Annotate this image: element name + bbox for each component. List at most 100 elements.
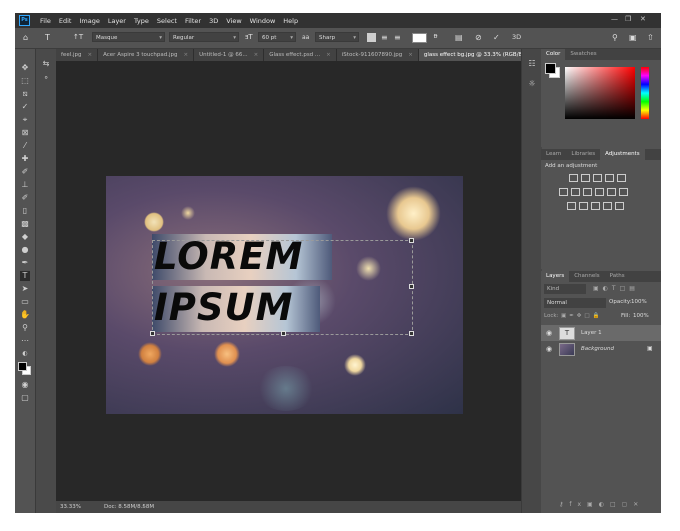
color-lookup-icon[interactable]	[619, 188, 628, 196]
more-tools-icon[interactable]: ⋯	[20, 336, 30, 346]
menu-layer[interactable]: Layer	[104, 17, 130, 25]
fill-value[interactable]: 100%	[633, 313, 649, 319]
restore-icon[interactable]: ❐	[625, 15, 631, 23]
hand-tool-icon[interactable]: ✋	[20, 310, 30, 320]
character-panel-icon[interactable]: ▤	[455, 32, 463, 43]
layers-footer-icons[interactable]: ⚷fx▣◐□▢✕	[541, 501, 661, 513]
tab-glass-effect-psd[interactable]: Glass effect.psd ... ×	[264, 49, 337, 61]
gradient-map-icon[interactable]	[603, 202, 612, 210]
tab-layers[interactable]: Layers	[541, 271, 570, 282]
commit-icon[interactable]: ✓	[493, 32, 500, 43]
font-style-select[interactable]: Regular	[169, 32, 239, 43]
screen-mode-icon[interactable]: ▢	[20, 393, 30, 403]
cancel-icon[interactable]: ⊘	[475, 32, 482, 43]
tab-close-icon[interactable]: ×	[326, 52, 331, 58]
vibrance-icon[interactable]	[617, 174, 626, 182]
frame-tool-icon[interactable]: ⊠	[20, 128, 30, 138]
channel-mixer-icon[interactable]	[607, 188, 616, 196]
tab-feel[interactable]: feel.jpg ×	[56, 49, 99, 61]
menu-help[interactable]: Help	[279, 17, 302, 25]
align-right-icon[interactable]: ≡	[394, 32, 401, 43]
tab-swatches[interactable]: Swatches	[565, 49, 601, 60]
gradient-tool-icon[interactable]: ▩	[20, 219, 30, 229]
hue-slider[interactable]	[641, 67, 649, 119]
text-color-swatch[interactable]	[412, 33, 427, 43]
home-icon[interactable]: ⌂	[23, 32, 28, 43]
tab-adjustments[interactable]: Adjustments	[600, 149, 645, 160]
visibility-eye-icon[interactable]: ◉	[546, 341, 552, 357]
blur-tool-icon[interactable]: ◆	[20, 232, 30, 242]
align-left-icon[interactable]	[367, 33, 376, 42]
opacity-value[interactable]: 100%	[631, 299, 647, 305]
photo-filter-icon[interactable]	[595, 188, 604, 196]
lock-icons[interactable]: ▣✒✥□🔒	[561, 313, 602, 319]
healing-brush-icon[interactable]: ✚	[20, 154, 30, 164]
lasso-tool-icon[interactable]: ⧅	[20, 89, 30, 99]
share-icon[interactable]: ⇧	[647, 32, 654, 43]
filter-icons[interactable]: ▣◐T□▤	[593, 285, 639, 292]
font-family-select[interactable]: Masque	[92, 32, 165, 43]
document-workspace[interactable]: LOREM IPSUM	[56, 61, 521, 501]
menu-filter[interactable]: Filter	[181, 17, 205, 25]
path-select-icon[interactable]: ➤	[20, 284, 30, 294]
invert-icon[interactable]	[567, 202, 576, 210]
default-colors-icon[interactable]: ◐	[20, 349, 30, 359]
hue-sat-icon[interactable]	[559, 188, 568, 196]
tab-paths[interactable]: Paths	[605, 271, 630, 282]
levels-icon[interactable]	[581, 174, 590, 182]
foreground-color-swatch[interactable]	[18, 362, 27, 371]
blend-mode-select[interactable]: Normal	[544, 298, 606, 308]
tab-color[interactable]: Color	[541, 49, 566, 60]
move-tool-icon[interactable]: ✥	[20, 63, 30, 73]
eraser-tool-icon[interactable]: ▯	[20, 206, 30, 216]
menu-image[interactable]: Image	[75, 17, 103, 25]
curves-icon[interactable]	[593, 174, 602, 182]
search-icon[interactable]: ⚲	[612, 32, 618, 43]
3d-label[interactable]: 3D	[512, 32, 521, 43]
transform-handle[interactable]	[409, 238, 414, 243]
menu-file[interactable]: File	[36, 17, 55, 25]
clone-stamp-icon[interactable]: ⊥	[20, 180, 30, 190]
brush-settings-icon[interactable]: ∘	[41, 73, 51, 83]
visibility-eye-icon[interactable]: ◉	[546, 325, 552, 341]
menu-view[interactable]: View	[222, 17, 245, 25]
tab-acer-aspire[interactable]: Acer Aspire 3 touchpad.jpg ×	[98, 49, 195, 61]
text-orientation-icon[interactable]: ↑T	[73, 32, 83, 43]
dodge-tool-icon[interactable]: ●	[20, 245, 30, 255]
exposure-icon[interactable]	[605, 174, 614, 182]
marquee-tool-icon[interactable]: ⬚	[20, 76, 30, 86]
transform-handle[interactable]	[409, 284, 414, 289]
tab-close-icon[interactable]: ×	[184, 52, 189, 58]
tab-libraries[interactable]: Libraries	[566, 149, 600, 160]
transform-handle[interactable]	[150, 331, 155, 336]
history-brush-icon[interactable]: ✐	[20, 193, 30, 203]
status-arrow-icon[interactable]: ›	[142, 501, 144, 513]
text-bounding-box[interactable]	[152, 240, 413, 335]
layer-row-text[interactable]: ◉ T Layer 1	[541, 325, 661, 341]
menu-edit[interactable]: Edit	[55, 17, 76, 25]
minimize-icon[interactable]: —	[611, 15, 618, 23]
close-icon[interactable]: ✕	[640, 15, 646, 23]
color-field[interactable]	[565, 67, 635, 119]
properties-icon[interactable]: ☷	[527, 59, 537, 69]
antialias-select[interactable]: Sharp	[315, 32, 359, 43]
menu-type[interactable]: Type	[130, 17, 153, 25]
threshold-icon[interactable]	[591, 202, 600, 210]
transform-handle[interactable]	[281, 331, 286, 336]
warp-text-icon[interactable]: ᴯ	[434, 32, 437, 43]
menu-window[interactable]: Window	[246, 17, 280, 25]
image-canvas[interactable]: LOREM IPSUM	[106, 176, 463, 414]
workspace-icon[interactable]: ▣	[629, 32, 637, 43]
pen-tool-icon[interactable]: ✒	[20, 258, 30, 268]
tab-channels[interactable]: Channels	[569, 271, 604, 282]
zoom-tool-icon[interactable]: ⚲	[20, 323, 30, 333]
tab-close-icon[interactable]: ×	[254, 52, 259, 58]
selective-color-icon[interactable]	[615, 202, 624, 210]
type-tool-button-icon[interactable]: T	[20, 271, 30, 281]
quick-select-icon[interactable]: ✓	[20, 102, 30, 112]
transform-handle[interactable]	[409, 331, 414, 336]
eyedropper-icon[interactable]: ⁄	[20, 141, 30, 151]
zoom-level[interactable]: 33.33%	[60, 501, 81, 513]
shape-tool-icon[interactable]: ▭	[20, 297, 30, 307]
tab-close-icon[interactable]: ×	[408, 52, 413, 58]
